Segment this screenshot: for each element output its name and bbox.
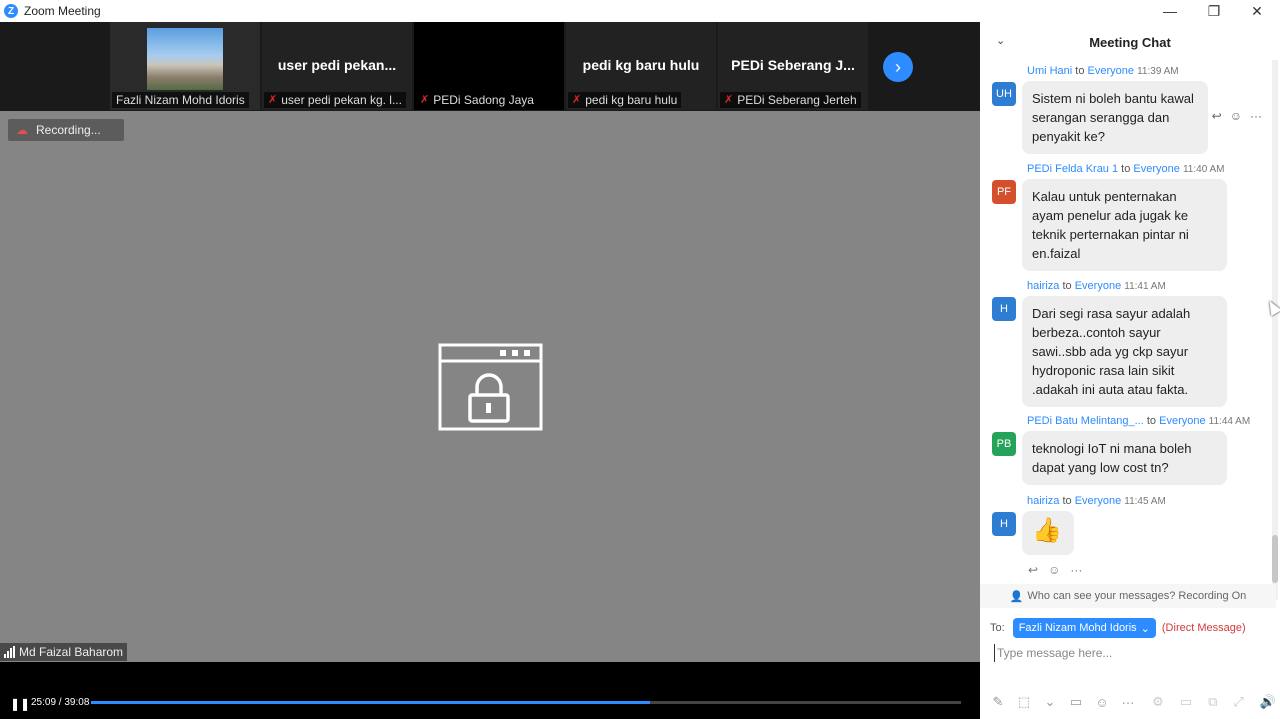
more-options-icon[interactable]: ··· [1120, 695, 1136, 710]
gear-icon[interactable]: ⚙ [1152, 694, 1164, 710]
avatar: H [992, 297, 1016, 321]
muted-mic-icon: ✗ [572, 94, 582, 106]
restore-button[interactable]: ❐ [1194, 0, 1234, 22]
signal-strength-icon [4, 646, 15, 658]
playback-bar: ❚❚ 25:09 / 39:08 [0, 662, 980, 719]
participant-thumbnail[interactable]: user pedi pekan... ✗ user pedi pekan kg. … [262, 22, 412, 110]
chat-scrollbar[interactable] [1272, 60, 1278, 600]
avatar: H [992, 512, 1016, 536]
message-header: hairiza to Everyone 11:41 AM [1027, 280, 1166, 292]
participant-display-name: PEDi Seberang J... [731, 57, 855, 73]
muted-mic-icon: ✗ [420, 94, 430, 106]
message-bubble[interactable]: Kalau untuk penternakan ayam penelur ada … [1022, 179, 1227, 271]
participant-name-label: Fazli Nizam Mohd Idoris [112, 92, 249, 108]
timecode: 25:09 / 39:08 [31, 697, 90, 708]
chat-title: Meeting Chat [1089, 35, 1171, 50]
zoom-window: Z Zoom Meeting — ❐ ✕ Fazli Nizam Mohd Id… [0, 0, 1280, 719]
avatar: PF [992, 180, 1016, 204]
emoji-react-icon[interactable]: ☺ [1230, 109, 1242, 123]
active-speaker-label: Md Faizal Baharom [0, 643, 128, 661]
recipient-dropdown[interactable]: Fazli Nizam Mohd Idoris ⌄ [1012, 618, 1156, 638]
participant-name-label: ✗ pedi kg baru hulu [568, 92, 682, 108]
player-controls: ⚙ ▭ ⧉ ⤢ 🔊 [1152, 694, 1276, 710]
chevron-down-icon[interactable]: ⌄ [1042, 694, 1058, 710]
participant-thumbnail[interactable]: Fazli Nizam Mohd Idoris [110, 22, 260, 110]
captions-icon[interactable]: ▭ [1180, 694, 1192, 710]
main-video: ☁ Recording... Md Faizal Baharom [0, 111, 980, 662]
chat-panel: ⌄ Meeting Chat Umi Hani to Everyone 11:3… [980, 22, 1280, 719]
participant-strip: Fazli Nizam Mohd Idoris user pedi pekan.… [0, 22, 980, 111]
more-options-icon[interactable]: ··· [1070, 563, 1082, 577]
participant-display-name: user pedi pekan... [277, 57, 397, 73]
message-header: PEDi Felda Krau 1 to Everyone 11:40 AM [1027, 163, 1225, 175]
muted-mic-icon: ✗ [724, 94, 734, 106]
video-area: Fazli Nizam Mohd Idoris user pedi pekan.… [0, 22, 980, 662]
screen-share-locked-icon [438, 343, 543, 431]
message-header: hairiza to Everyone 11:45 AM [1027, 495, 1166, 507]
title-bar: Z Zoom Meeting — ❐ ✕ [0, 0, 1280, 22]
file-icon[interactable]: ▭ [1068, 694, 1084, 710]
direct-message-label: (Direct Message) [1161, 622, 1246, 634]
volume-icon[interactable]: 🔊 [1260, 694, 1276, 710]
thumbs-up-emoji: 👍 [1032, 517, 1062, 544]
chat-toolbar: ✎ ⬚ ⌄ ▭ ☺ ··· ⚙ ▭ ⧉ ⤢ 🔊 [990, 692, 1276, 712]
next-page-button[interactable]: › [883, 52, 913, 82]
window-title: Zoom Meeting [24, 4, 101, 18]
participant-name-label: ✗ PEDi Sadong Jaya [416, 92, 538, 108]
progress-fill [91, 701, 651, 704]
chevron-down-icon: ⌄ [1140, 622, 1150, 635]
message-bubble[interactable]: 👍 [1022, 511, 1074, 555]
message-header: Umi Hani to Everyone 11:39 AM [1027, 65, 1179, 77]
close-button[interactable]: ✕ [1237, 0, 1277, 22]
participant-name-label: ✗ PEDi Seberang Jerteh [720, 92, 861, 108]
format-text-icon[interactable]: ✎ [990, 694, 1006, 710]
minimize-button[interactable]: — [1150, 0, 1190, 22]
message-bubble[interactable]: Dari segi rasa sayur adalah berbeza..cont… [1022, 296, 1227, 407]
avatar: UH [992, 82, 1016, 106]
cloud-record-icon: ☁ [16, 123, 28, 137]
participant-thumbnail[interactable]: pedi kg baru hulu ✗ pedi kg baru hulu [566, 22, 716, 110]
progress-track[interactable] [91, 701, 961, 704]
message-actions: ↩ ☺ ··· [1028, 563, 1082, 577]
reply-icon[interactable]: ↩ [1212, 109, 1222, 123]
emoji-icon[interactable]: ☺ [1094, 695, 1110, 710]
recording-indicator[interactable]: ☁ Recording... [8, 119, 124, 141]
message-actions: ↩ ☺ ··· [1207, 107, 1266, 125]
participant-photo [147, 28, 223, 90]
participant-thumbnail[interactable]: PEDi Seberang J... ✗ PEDi Seberang Jerteh [718, 22, 868, 110]
participant-name-label: ✗ user pedi pekan kg. l... [264, 92, 406, 108]
screenshot-icon[interactable]: ⬚ [1016, 694, 1032, 710]
pause-button[interactable]: ❚❚ [10, 697, 30, 711]
muted-mic-icon: ✗ [268, 94, 278, 106]
participant-display-name: pedi kg baru hulu [582, 57, 700, 73]
reply-icon[interactable]: ↩ [1028, 563, 1038, 577]
person-icon: 👤 [1009, 590, 1024, 603]
more-options-icon[interactable]: ··· [1250, 109, 1262, 123]
scrollbar-thumb[interactable] [1272, 535, 1278, 583]
recipient-row: To: Fazli Nizam Mohd Idoris ⌄ (Direct Mes… [990, 618, 1246, 638]
message-bubble[interactable]: teknologi IoT ni mana boleh dapat yang lo… [1022, 431, 1227, 485]
avatar: PB [992, 432, 1016, 456]
fullscreen-icon[interactable]: ⤢ [1233, 694, 1243, 710]
pip-icon[interactable]: ⧉ [1208, 694, 1217, 710]
participant-thumbnail[interactable]: ✗ PEDi Sadong Jaya [414, 22, 564, 110]
who-can-see-link[interactable]: 👤 Who can see your messages? Recording O… [980, 584, 1276, 608]
zoom-logo-icon: Z [4, 4, 18, 18]
message-bubble[interactable]: Sistem ni boleh bantu kawal serangan sera… [1022, 81, 1208, 154]
emoji-react-icon[interactable]: ☺ [1048, 563, 1060, 577]
chat-header: ⌄ Meeting Chat [980, 22, 1280, 60]
to-label: To: [990, 622, 1005, 634]
message-input[interactable] [994, 644, 1264, 662]
message-header: PEDi Batu Melintang_... to Everyone 11:4… [1027, 415, 1251, 427]
recording-label: Recording... [36, 123, 101, 137]
